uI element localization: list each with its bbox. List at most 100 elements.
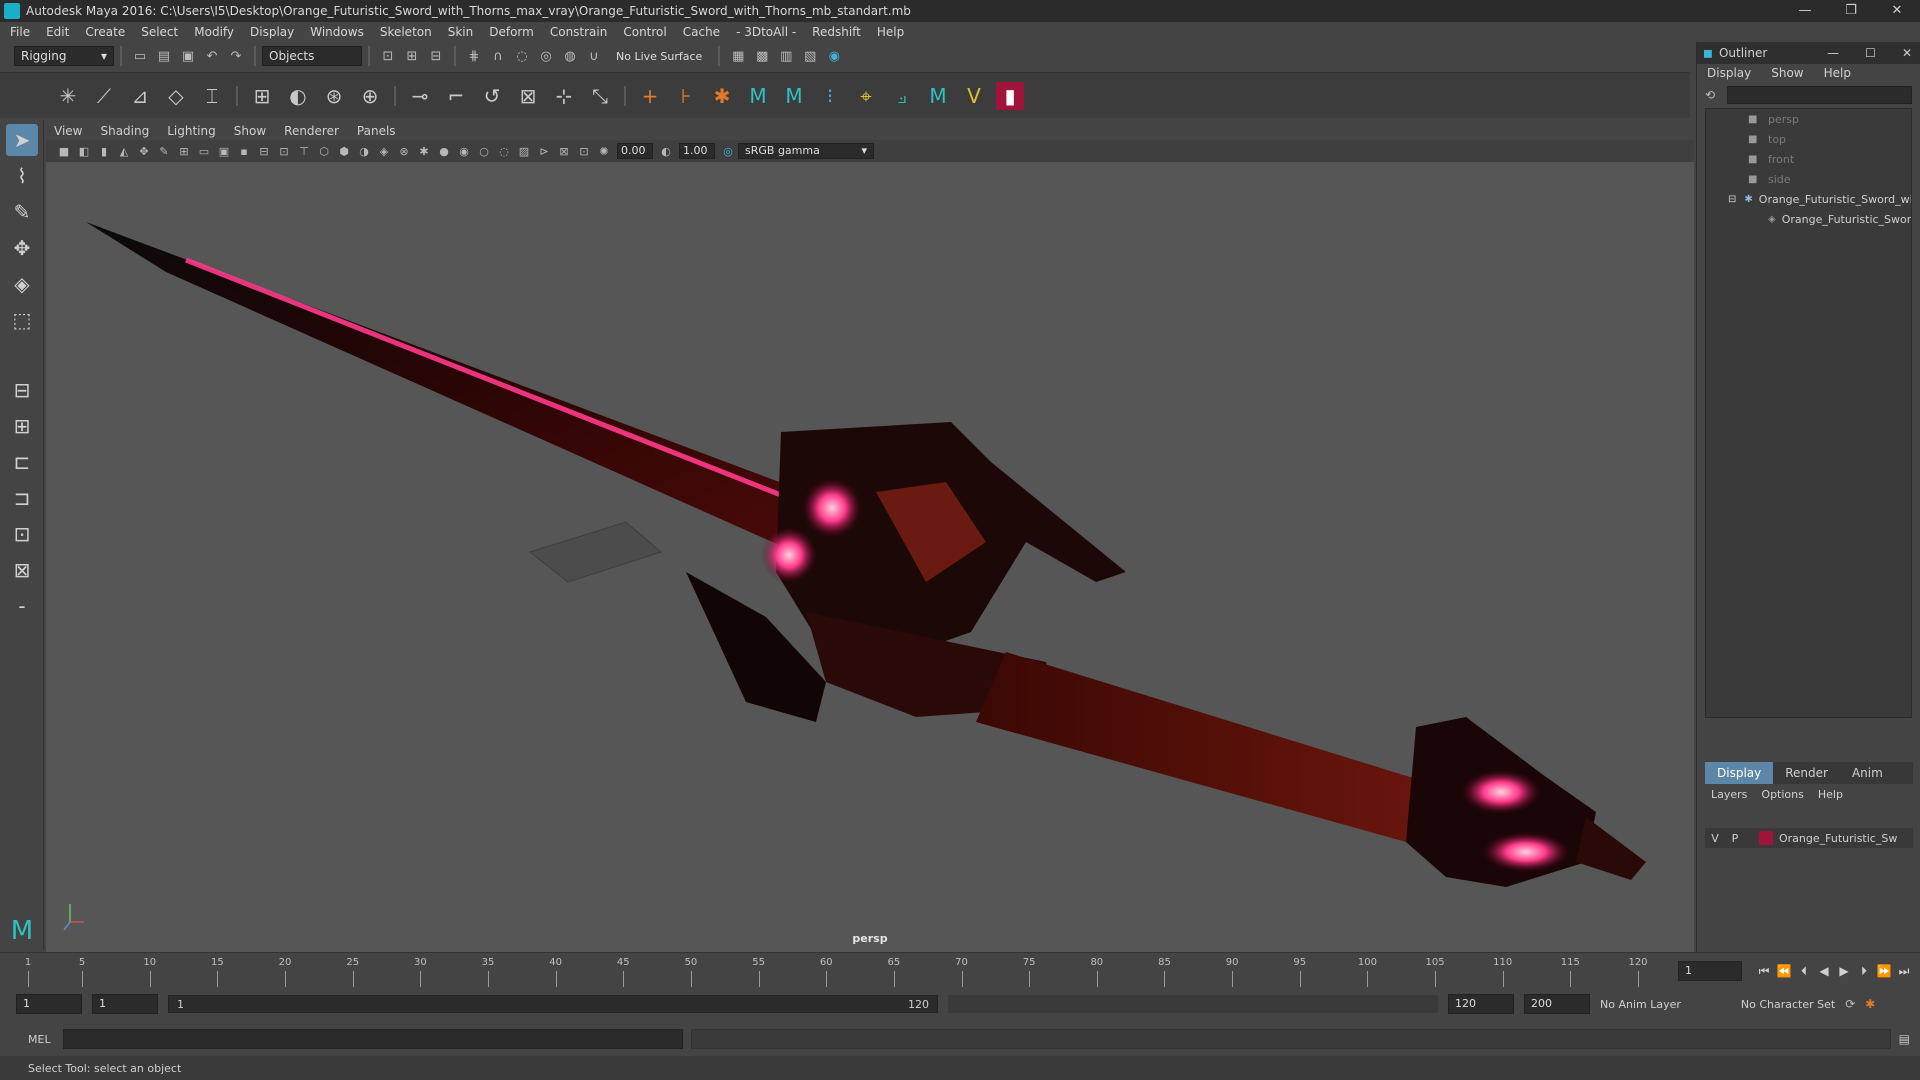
collapse-icon[interactable]: ⊟ [1728,194,1736,205]
paint-icon[interactable]: ⟓ [888,82,916,110]
script-editor-icon[interactable]: ▤ [1899,1032,1910,1046]
point-constraint-icon[interactable]: ⊸ [406,82,434,110]
live-surface-label[interactable]: No Live Surface [616,50,702,63]
select-tool-icon[interactable]: ➤ [6,124,38,156]
outliner-maximize-button[interactable]: ☐ [1865,46,1876,60]
snap-grid-icon[interactable]: ⋕ [465,47,483,65]
exposure-icon[interactable]: ✺ [597,144,611,158]
isolate-select-icon[interactable]: ⊳ [537,144,551,158]
layer-playback-toggle[interactable]: P [1725,832,1745,845]
camera-attributes-icon[interactable]: ◧ [77,144,91,158]
step-forward-frame-icon[interactable]: ⏵ [1854,964,1874,979]
hypergraph-layout-icon[interactable]: ⊠ [6,554,38,586]
xray-joints-icon[interactable]: ⊠ [557,144,571,158]
layer-menu-layers[interactable]: Layers [1711,788,1747,801]
locator-icon[interactable]: + [636,82,664,110]
pole-vector-icon[interactable]: ⤡ [586,82,614,110]
snap-surface-icon[interactable]: ◍ [561,47,579,65]
animation-start-field[interactable]: 1 [16,994,82,1014]
sword-model[interactable] [46,162,1694,952]
wireframe-on-shaded-icon[interactable]: ◈ [377,144,391,158]
filter-icon[interactable]: ⟲ [1705,88,1715,102]
use-lights-icon[interactable]: ● [437,144,451,158]
layer-color-swatch[interactable] [1759,831,1773,845]
outliner-close-button[interactable]: ✕ [1902,46,1912,60]
tab-anim[interactable]: Anim [1840,762,1895,784]
outliner-item-front[interactable]: ■ front [1706,149,1911,169]
panel-menu-lighting[interactable]: Lighting [167,124,216,138]
hik-icon[interactable]: M [744,82,772,110]
anti-aliasing-icon[interactable]: ▨ [517,144,531,158]
layer-visibility-toggle[interactable]: V [1705,832,1725,845]
snap-curve-icon[interactable]: ∩ [489,47,507,65]
shadows-icon[interactable]: ◉ [457,144,471,158]
animation-end-field[interactable]: 200 [1524,994,1590,1014]
menu-windows[interactable]: Windows [310,25,364,39]
joint-tool-icon[interactable]: ✳ [54,82,82,110]
paint-select-icon[interactable]: ✎ [6,196,38,228]
textured-icon[interactable]: ✱ [417,144,431,158]
select-hierarchy-icon[interactable]: ⊡ [379,47,397,65]
motion-blur-icon[interactable]: ◌ [497,144,511,158]
menu-select[interactable]: Select [141,25,178,39]
playback-end-field[interactable]: 120 [1448,994,1514,1014]
resolution-gate-icon[interactable]: ▣ [217,144,231,158]
command-language-label[interactable]: MEL [28,1033,51,1046]
auto-key-icon[interactable]: ⟳ [1845,997,1855,1011]
gamma-field[interactable]: 1.00 [679,143,715,159]
rotate-tool-icon[interactable]: ◈ [6,268,38,300]
gate-mask-icon[interactable]: ▪ [237,144,251,158]
menu-help[interactable]: Help [877,25,904,39]
magnet-icon[interactable]: ∪ [585,47,603,65]
minimize-button[interactable]: — [1782,0,1828,22]
render-frame-icon[interactable]: ▩ [753,47,771,65]
panel-menu-renderer[interactable]: Renderer [284,124,339,138]
step-back-frame-icon[interactable]: ⏴ [1794,964,1814,979]
hypershade-icon[interactable]: ◉ [825,47,843,65]
close-button[interactable]: ✕ [1874,0,1920,22]
ik-handle-icon[interactable]: ⟋ [90,82,118,110]
step-forward-key-icon[interactable]: ⏩ [1874,964,1894,978]
select-object-icon[interactable]: ⊞ [403,47,421,65]
layer-row[interactable]: V P Orange_Futuristic_Sw [1705,828,1913,848]
ik-spline-icon[interactable]: ⊿ [126,82,154,110]
grid-icon[interactable]: ⊞ [177,144,191,158]
play-forward-icon[interactable]: ▶ [1834,964,1854,978]
select-component-icon[interactable]: ⊟ [427,47,445,65]
safe-action-icon[interactable]: ⊡ [277,144,291,158]
xray-icon[interactable]: ⊗ [397,144,411,158]
render-view-icon[interactable]: ▦ [729,47,747,65]
outliner-minimize-button[interactable]: — [1827,46,1839,60]
hik-control-icon[interactable]: M [780,82,808,110]
scale-tool-icon[interactable]: ⬚ [6,304,38,336]
maya-icon[interactable]: M [924,82,952,110]
scale-constraint-icon[interactable]: ⊠ [514,82,542,110]
go-to-end-icon[interactable]: ⏭ [1894,964,1914,979]
skeleton-icon[interactable]: ⌶ [198,82,226,110]
annotation-icon[interactable]: ⊦ [672,82,700,110]
chart-icon[interactable]: ▮ [996,81,1024,110]
bind-skin-icon[interactable]: ⊞ [248,82,276,110]
character-set-dropdown[interactable]: No Character Set [1741,998,1835,1011]
channel-icon[interactable]: ⁝ [816,82,844,110]
default-material-icon[interactable]: ◑ [357,144,371,158]
insert-joint-icon[interactable]: ◇ [162,82,190,110]
command-input[interactable] [62,1029,683,1049]
xray-active-icon[interactable]: ⊡ [577,144,591,158]
layer-menu-options[interactable]: Options [1761,788,1803,801]
time-slider[interactable]: 1 5 10 15 20 25 30 35 40 45 50 55 60 65 70 75 80 85 90 95 10… [0,952,1920,990]
2d-pan-icon[interactable]: ✥ [137,144,151,158]
smooth-shade-icon[interactable]: ⬢ [337,144,351,158]
cluster-icon[interactable]: ⊕ [356,82,384,110]
undo-icon[interactable]: ↶ [203,47,221,65]
panel-menu-shading[interactable]: Shading [100,124,149,138]
outliner-item-mesh[interactable]: ◈ Orange_Futuristic_Sword [1706,209,1911,229]
brush-icon[interactable]: ⌖ [852,82,880,110]
aim-constraint-icon[interactable]: ⌐ [442,82,470,110]
colorspace-dropdown[interactable]: sRGB gamma ▾ [738,143,874,159]
wireframe-icon[interactable]: ⬡ [317,144,331,158]
two-view-icon[interactable]: ⊏ [6,446,38,478]
snap-point-icon[interactable]: ◌ [513,47,531,65]
ambient-occlusion-icon[interactable]: ○ [477,144,491,158]
selection-mode-dropdown[interactable]: Objects [262,46,362,66]
